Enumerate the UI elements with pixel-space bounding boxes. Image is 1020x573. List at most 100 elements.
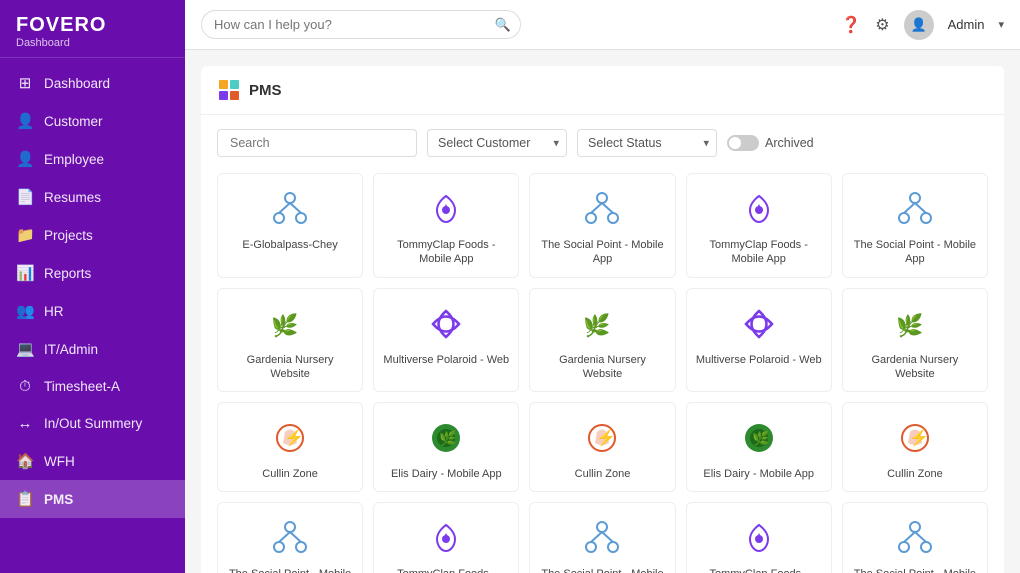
search-box[interactable]: 🔍: [201, 10, 521, 39]
status-select[interactable]: Select Status: [577, 129, 717, 157]
sidebar-item-employee[interactable]: 👤 Employee: [0, 140, 185, 178]
sidebar-label-timesheet: Timesheet-A: [44, 379, 120, 394]
page-title: PMS: [249, 82, 282, 99]
pms-icon: [217, 78, 241, 102]
card-icon: [894, 188, 936, 230]
content-wrapper: Select Customer Select Status Archived: [201, 115, 1004, 573]
card-item[interactable]: The Social Point - Mobile App: [842, 502, 988, 573]
card-label: TommyClap Foods - Mobile App: [382, 238, 510, 267]
archived-toggle: Archived: [727, 135, 814, 151]
card-item[interactable]: The Social Point - Mobile App: [217, 502, 363, 573]
card-item[interactable]: The Social Point - Mobile App: [842, 173, 988, 278]
sidebar-label-customer: Customer: [44, 114, 103, 129]
pms-icon: 📋: [16, 490, 34, 508]
card-item[interactable]: 🌿 🌿 Gardenia Nursery Website: [217, 288, 363, 393]
cards-grid: E-Globalpass-Chey TommyClap Foods - Mobi…: [217, 173, 988, 573]
sidebar-item-reports[interactable]: 📊 Reports: [0, 254, 185, 292]
card-icon: 🌿 🌿: [581, 303, 623, 345]
sidebar-item-inout[interactable]: ↔ In/Out Summery: [0, 405, 185, 442]
card-icon: [269, 517, 311, 559]
employee-icon: 👤: [16, 150, 34, 168]
card-item[interactable]: The Social Point - Mobile App: [529, 502, 675, 573]
card-label: The Social Point - Mobile App: [226, 567, 354, 573]
card-icon: [738, 188, 780, 230]
app-subtitle: Dashboard: [16, 37, 169, 49]
card-item[interactable]: E-Globalpass-Chey: [217, 173, 363, 278]
sidebar-item-timesheet[interactable]: ⏱ Timesheet-A: [0, 368, 185, 405]
card-label: Multiverse Polaroid - Web: [383, 353, 509, 367]
svg-text:🌿: 🌿: [752, 430, 769, 447]
card-item[interactable]: ⚡ Cullin Zone: [842, 402, 988, 492]
card-icon: 🌿: [425, 417, 467, 459]
svg-text:⚡: ⚡: [909, 428, 929, 447]
search-input[interactable]: [201, 10, 521, 39]
card-label: TommyClap Foods - Mobile App: [695, 567, 823, 573]
sidebar-label-inout: In/Out Summery: [44, 416, 142, 431]
archived-label: Archived: [765, 136, 814, 150]
card-label: Gardenia Nursery Website: [538, 353, 666, 382]
card-icon: 🌿 🌿: [894, 303, 936, 345]
card-item[interactable]: Multiverse Polaroid - Web: [686, 288, 832, 393]
card-item[interactable]: 🌿 Elis Dairy - Mobile App: [686, 402, 832, 492]
sidebar: FOVERO Dashboard ⊞ Dashboard👤 Customer👤 …: [0, 0, 185, 573]
card-item[interactable]: Multiverse Polaroid - Web: [373, 288, 519, 393]
logo-area: FOVERO Dashboard: [0, 0, 185, 58]
card-label: Cullin Zone: [887, 467, 943, 481]
card-icon: [738, 517, 780, 559]
customer-select-wrap: Select Customer: [427, 129, 567, 157]
itadmin-icon: 💻: [16, 340, 34, 358]
card-item[interactable]: TommyClap Foods - Mobile App: [686, 173, 832, 278]
card-item[interactable]: TommyClap Foods - Mobile App: [373, 502, 519, 573]
card-label: Cullin Zone: [575, 467, 631, 481]
sidebar-item-wfh[interactable]: 🏠 WFH: [0, 442, 185, 480]
inout-icon: ↔: [16, 415, 34, 432]
status-select-wrap: Select Status: [577, 129, 717, 157]
card-label: Cullin Zone: [262, 467, 318, 481]
card-label: The Social Point - Mobile App: [538, 238, 666, 267]
card-label: Gardenia Nursery Website: [851, 353, 979, 382]
card-item[interactable]: ⚡ Cullin Zone: [217, 402, 363, 492]
card-item[interactable]: The Social Point - Mobile App: [529, 173, 675, 278]
avatar[interactable]: 👤: [904, 10, 934, 40]
card-item[interactable]: TommyClap Foods - Mobile App: [686, 502, 832, 573]
app-name: FOVERO: [16, 14, 169, 37]
card-icon: [425, 303, 467, 345]
customer-select[interactable]: Select Customer: [427, 129, 567, 157]
svg-text:⚡: ⚡: [284, 428, 304, 447]
sidebar-label-itadmin: IT/Admin: [44, 342, 98, 357]
card-item[interactable]: ⚡ Cullin Zone: [529, 402, 675, 492]
sidebar-item-itadmin[interactable]: 💻 IT/Admin: [0, 330, 185, 368]
sidebar-label-hr: HR: [44, 304, 64, 319]
chevron-down-icon[interactable]: ▾: [998, 18, 1004, 31]
sidebar-label-reports: Reports: [44, 266, 91, 281]
card-item[interactable]: 🌿 🌿 Gardenia Nursery Website: [529, 288, 675, 393]
archived-switch[interactable]: [727, 135, 759, 151]
page-header: PMS: [201, 66, 1004, 115]
card-item[interactable]: 🌿 Elis Dairy - Mobile App: [373, 402, 519, 492]
card-icon: 🌿 🌿: [269, 303, 311, 345]
svg-text:⚡: ⚡: [596, 428, 616, 447]
card-icon: [738, 303, 780, 345]
sidebar-item-customer[interactable]: 👤 Customer: [0, 102, 185, 140]
svg-text:🌿: 🌿: [896, 313, 923, 338]
sidebar-item-resumes[interactable]: 📄 Resumes: [0, 178, 185, 216]
sidebar-item-hr[interactable]: 👥 HR: [0, 292, 185, 330]
sidebar-label-wfh: WFH: [44, 454, 75, 469]
sidebar-item-projects[interactable]: 📁 Projects: [0, 216, 185, 254]
card-icon: [425, 188, 467, 230]
sidebar-nav: ⊞ Dashboard👤 Customer👤 Employee📄 Resumes…: [0, 58, 185, 573]
filter-search-input[interactable]: [217, 129, 417, 157]
sidebar-item-dashboard[interactable]: ⊞ Dashboard: [0, 64, 185, 102]
svg-text:🌿: 🌿: [583, 313, 610, 338]
sidebar-label-dashboard: Dashboard: [44, 76, 110, 91]
help-icon[interactable]: ❓: [841, 15, 861, 35]
sidebar-label-resumes: Resumes: [44, 190, 101, 205]
card-icon: ⚡: [894, 417, 936, 459]
card-item[interactable]: 🌿 🌿 Gardenia Nursery Website: [842, 288, 988, 393]
card-label: The Social Point - Mobile App: [538, 567, 666, 573]
card-item[interactable]: TommyClap Foods - Mobile App: [373, 173, 519, 278]
sidebar-item-pms[interactable]: 📋 PMS: [0, 480, 185, 518]
resumes-icon: 📄: [16, 188, 34, 206]
card-icon: 🌿: [738, 417, 780, 459]
gear-icon[interactable]: ⚙: [875, 15, 889, 35]
